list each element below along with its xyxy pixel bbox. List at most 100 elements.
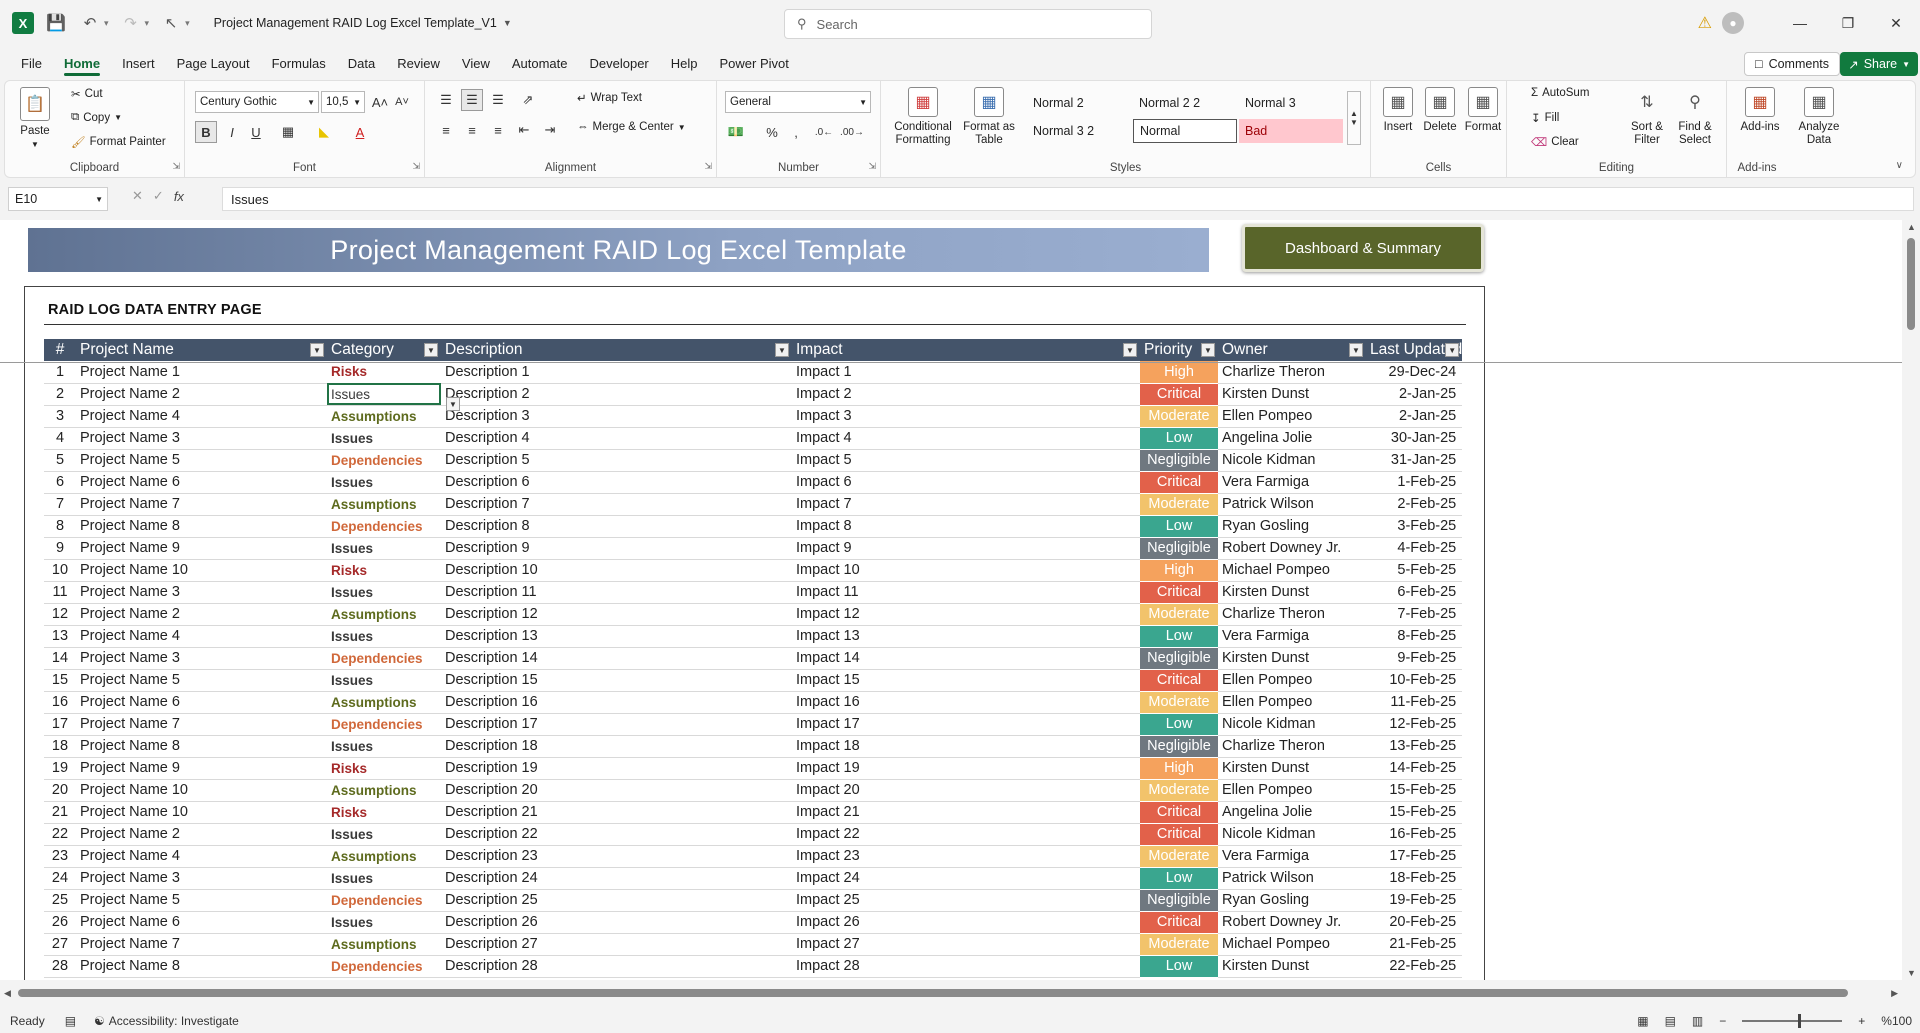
description-cell[interactable]: Description 21 [441, 801, 792, 824]
category-cell[interactable]: Assumptions [327, 933, 441, 956]
row-number[interactable]: 12 [44, 603, 76, 626]
row-number[interactable]: 21 [44, 801, 76, 824]
cut-button[interactable]: ✂ Cut [71, 87, 103, 101]
category-cell[interactable]: Assumptions [327, 845, 441, 868]
align-top-icon[interactable]: ☰ [435, 89, 457, 111]
owner-cell[interactable]: Ellen Pompeo [1218, 779, 1366, 802]
last-updated-cell[interactable]: 15-Feb-25 [1366, 779, 1463, 802]
description-cell[interactable]: Description 25 [441, 889, 792, 912]
project-name-cell[interactable]: Project Name 3 [76, 427, 327, 450]
style-normal-3[interactable]: Normal 3 [1239, 91, 1343, 115]
row-number[interactable]: 11 [44, 581, 76, 604]
last-updated-cell[interactable]: 3-Feb-25 [1366, 515, 1463, 538]
impact-cell[interactable]: Impact 26 [792, 911, 1140, 934]
filter-dropdown-icon[interactable]: ▼ [310, 343, 324, 357]
priority-cell[interactable]: Negligible [1140, 537, 1218, 560]
project-name-cell[interactable]: Project Name 10 [76, 801, 327, 824]
project-name-cell[interactable]: Project Name 7 [76, 713, 327, 736]
priority-cell[interactable]: Low [1140, 625, 1218, 648]
menu-file[interactable]: File [10, 48, 53, 78]
priority-cell[interactable]: Negligible [1140, 735, 1218, 758]
description-cell[interactable]: Description 14 [441, 647, 792, 670]
project-name-cell[interactable]: Project Name 6 [76, 691, 327, 714]
owner-cell[interactable]: Angelina Jolie [1218, 801, 1366, 824]
owner-cell[interactable]: Nicole Kidman [1218, 449, 1366, 472]
impact-cell[interactable]: Impact 16 [792, 691, 1140, 714]
impact-cell[interactable]: Impact 6 [792, 471, 1140, 494]
filter-dropdown-icon[interactable]: ▼ [424, 343, 438, 357]
row-number[interactable]: 14 [44, 647, 76, 670]
project-name-cell[interactable]: Project Name 1 [76, 361, 327, 384]
row-number[interactable]: 13 [44, 625, 76, 648]
column-header[interactable]: Last Updated ▼ [1366, 339, 1463, 361]
project-name-cell[interactable]: Project Name 4 [76, 405, 327, 428]
project-name-cell[interactable]: Project Name 7 [76, 493, 327, 516]
row-number[interactable]: 22 [44, 823, 76, 846]
row-number[interactable]: 5 [44, 449, 76, 472]
zoom-level[interactable]: %100 [1881, 1014, 1912, 1028]
comments-button[interactable]: □ Comments [1744, 52, 1840, 76]
owner-cell[interactable]: Kirsten Dunst [1218, 647, 1366, 670]
description-cell[interactable]: Description 7 [441, 493, 792, 516]
last-updated-cell[interactable]: 10-Feb-25 [1366, 669, 1463, 692]
project-name-cell[interactable]: Project Name 5 [76, 669, 327, 692]
row-number[interactable]: 6 [44, 471, 76, 494]
priority-cell[interactable]: Moderate [1140, 493, 1218, 516]
owner-cell[interactable]: Angelina Jolie [1218, 427, 1366, 450]
row-number[interactable]: 19 [44, 757, 76, 780]
last-updated-cell[interactable]: 18-Feb-25 [1366, 867, 1463, 890]
redo-icon[interactable]: ↷ [119, 11, 143, 35]
impact-cell[interactable]: Impact 15 [792, 669, 1140, 692]
zoom-in-icon[interactable]: + [1858, 1014, 1865, 1028]
impact-cell[interactable]: Impact 8 [792, 515, 1140, 538]
description-cell[interactable]: Description 24 [441, 867, 792, 890]
last-updated-cell[interactable]: 17-Feb-25 [1366, 845, 1463, 868]
column-header[interactable]: Impact ▼ [792, 339, 1140, 361]
delete-cells-button[interactable]: ▦ Delete [1421, 87, 1459, 134]
align-right-icon[interactable]: ≡ [487, 119, 509, 141]
styles-scroll-icon[interactable]: ▲ ▼ [1347, 91, 1361, 145]
pointer-mode-icon[interactable]: ↖ [159, 11, 183, 35]
category-cell[interactable]: Dependencies [327, 449, 441, 472]
row-number[interactable]: 2 [44, 383, 76, 406]
project-name-cell[interactable]: Project Name 8 [76, 515, 327, 538]
borders-icon[interactable]: ▦ [277, 121, 299, 143]
scroll-right-icon[interactable]: ▶ [1891, 988, 1898, 999]
impact-cell[interactable]: Impact 3 [792, 405, 1140, 428]
priority-cell[interactable]: Negligible [1140, 889, 1218, 912]
fill-color-icon[interactable]: ◣ [313, 121, 335, 143]
description-cell[interactable]: Description 1 [441, 361, 792, 384]
customize-toolbar-icon[interactable]: ▾ [185, 18, 190, 29]
priority-cell[interactable]: Low [1140, 713, 1218, 736]
category-cell[interactable]: Dependencies [327, 713, 441, 736]
description-cell[interactable]: Description 3 [441, 405, 792, 428]
owner-cell[interactable]: Patrick Wilson [1218, 867, 1366, 890]
category-cell[interactable]: Assumptions [327, 603, 441, 626]
description-cell[interactable]: Description 27 [441, 933, 792, 956]
impact-cell[interactable]: Impact 11 [792, 581, 1140, 604]
insert-function-icon[interactable]: fx [174, 189, 184, 204]
category-cell[interactable]: Dependencies [327, 515, 441, 538]
menu-data[interactable]: Data [337, 48, 386, 78]
impact-cell[interactable]: Impact 7 [792, 493, 1140, 516]
collapse-ribbon-icon[interactable]: ∨ [1896, 160, 1903, 171]
impact-cell[interactable]: Impact 20 [792, 779, 1140, 802]
owner-cell[interactable]: Nicole Kidman [1218, 823, 1366, 846]
name-box[interactable]: E10 ▼ [8, 187, 108, 211]
row-number[interactable]: 10 [44, 559, 76, 582]
last-updated-cell[interactable]: 30-Jan-25 [1366, 427, 1463, 450]
horizontal-scrollbar[interactable]: ◀ ▶ [0, 984, 1902, 1002]
owner-cell[interactable]: Kirsten Dunst [1218, 955, 1366, 978]
last-updated-cell[interactable]: 31-Jan-25 [1366, 449, 1463, 472]
horizontal-scroll-thumb[interactable] [18, 989, 1848, 997]
description-cell[interactable]: Description 12 [441, 603, 792, 626]
last-updated-cell[interactable]: 5-Feb-25 [1366, 559, 1463, 582]
last-updated-cell[interactable]: 2-Jan-25 [1366, 405, 1463, 428]
filter-dropdown-icon[interactable]: ▼ [775, 343, 789, 357]
description-cell[interactable]: Description 17 [441, 713, 792, 736]
scroll-down-icon[interactable]: ▼ [1907, 968, 1916, 978]
impact-cell[interactable]: Impact 14 [792, 647, 1140, 670]
format-painter-button[interactable]: 🖌 Format Painter [71, 135, 166, 149]
menu-review[interactable]: Review [386, 48, 451, 78]
owner-cell[interactable]: Ellen Pompeo [1218, 691, 1366, 714]
